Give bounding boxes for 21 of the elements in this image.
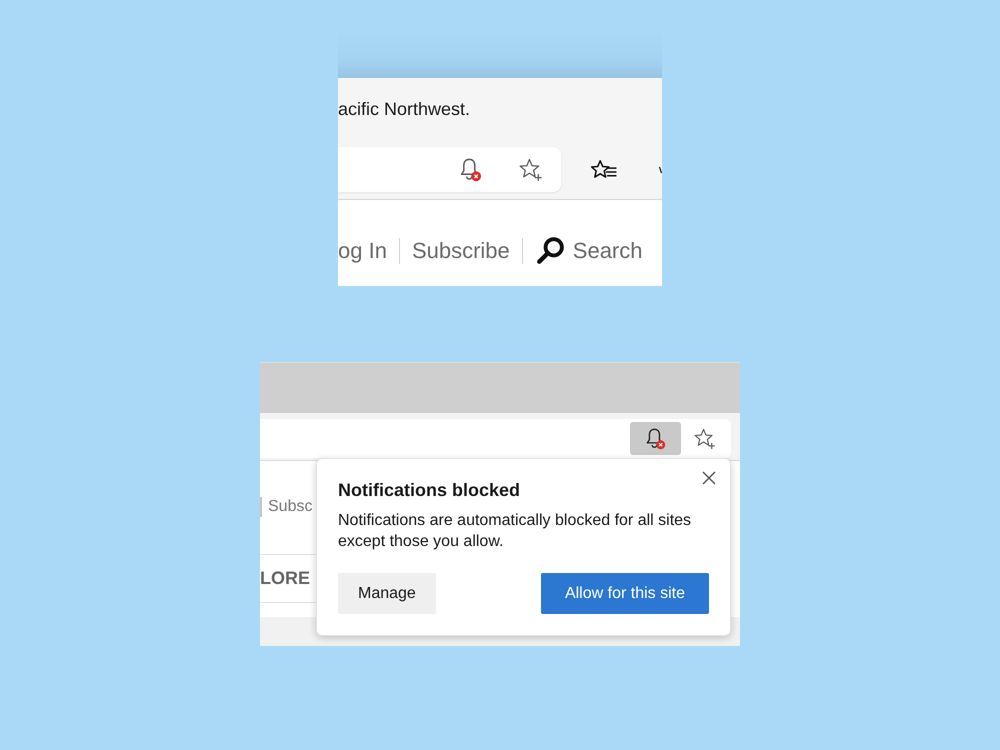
allow-button[interactable]: Allow for this site (540, 573, 709, 614)
star-list-icon[interactable] (591, 158, 617, 180)
notification-button[interactable] (630, 422, 681, 455)
bell-icon (646, 428, 666, 450)
site-tagline: acific Northwest. (338, 98, 470, 120)
nav-link[interactable]: og In (338, 236, 387, 264)
star-plus-icon[interactable] (519, 158, 543, 182)
bell-icon[interactable] (460, 158, 482, 182)
partial-icon[interactable] (659, 164, 662, 174)
address-bar[interactable] (338, 147, 561, 192)
popup-message: Notifications are automatically blocked for all sites except those you allow. (338, 511, 692, 552)
search-icon (534, 235, 566, 266)
popup-title: Notifications blocked (338, 479, 520, 501)
nav-link[interactable]: Subscribe (412, 236, 510, 264)
close-icon (702, 471, 716, 485)
search-button[interactable]: Search (534, 235, 642, 266)
manage-button[interactable]: Manage (338, 573, 436, 614)
star-plus-icon[interactable] (694, 428, 716, 450)
nav-link[interactable]: Subsc (268, 496, 312, 518)
menu-link[interactable]: LORE (260, 566, 310, 588)
close-button[interactable] (702, 471, 716, 485)
